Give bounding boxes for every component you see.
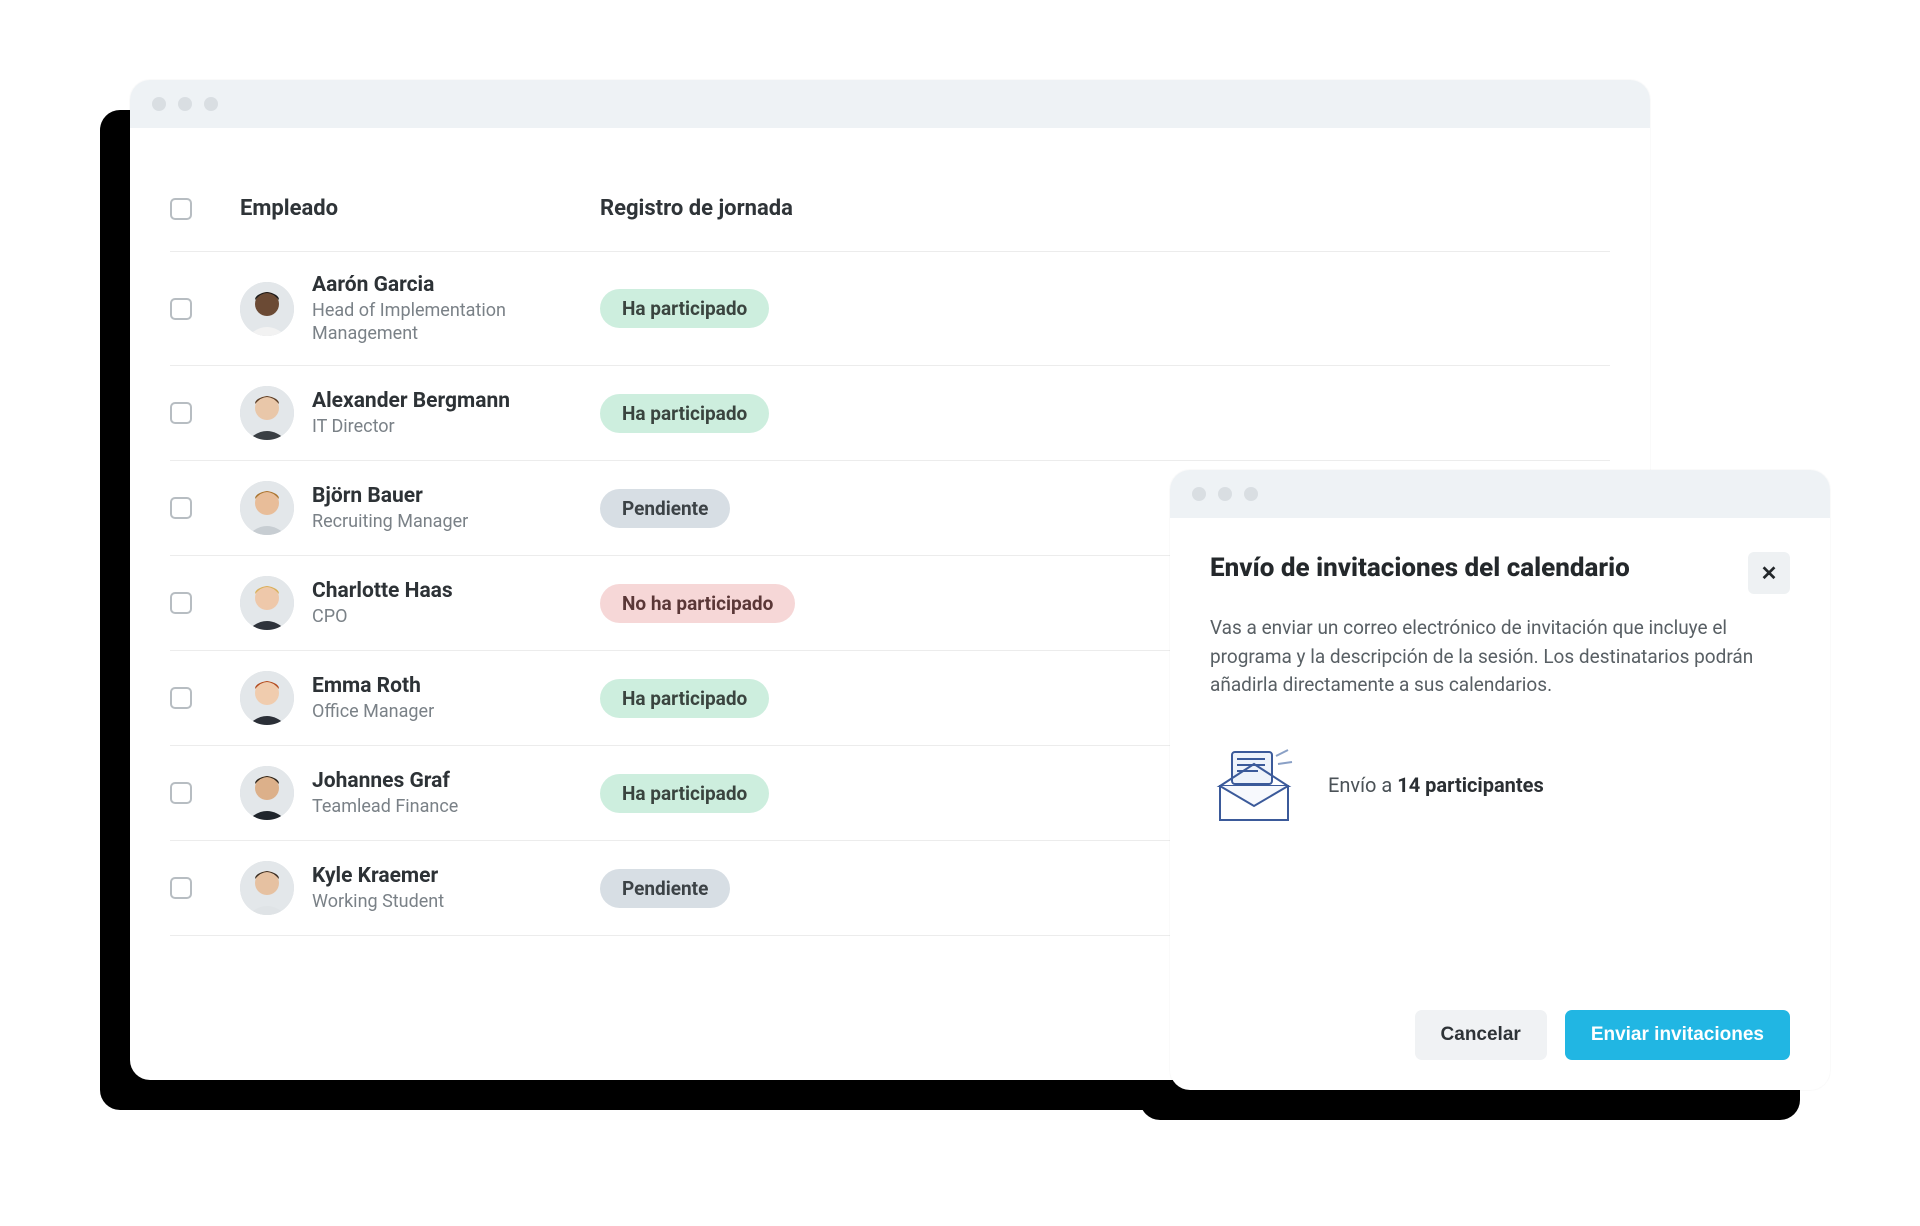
- status-badge: No ha participado: [600, 584, 795, 623]
- table-row: Aarón Garcia Head of Implementation Mana…: [170, 252, 1610, 366]
- employee-name: Emma Roth: [312, 673, 434, 699]
- table-header-row: Empleado Registro de jornada: [170, 158, 1610, 252]
- recipients-text: Envío a 14 participantes: [1328, 773, 1544, 797]
- window-dot: [152, 97, 166, 111]
- employee-name: Alexander Bergmann: [312, 388, 510, 414]
- window-dot: [1244, 487, 1258, 501]
- employee-name: Johannes Graf: [312, 768, 458, 794]
- avatar: [240, 481, 294, 535]
- employee-role: CPO: [312, 606, 453, 629]
- recipients-row: Envío a 14 participantes: [1210, 746, 1790, 824]
- window-titlebar: [1170, 470, 1830, 518]
- employee-name: Aarón Garcia: [312, 272, 600, 298]
- modal-description: Vas a enviar un correo electrónico de in…: [1210, 614, 1790, 700]
- close-button[interactable]: ✕: [1748, 552, 1790, 594]
- window-dot: [1192, 487, 1206, 501]
- avatar: [240, 766, 294, 820]
- status-badge: Ha participado: [600, 289, 769, 328]
- employee-role: Office Manager: [312, 701, 434, 724]
- avatar: [240, 282, 294, 336]
- recipients-count: 14 participantes: [1397, 773, 1543, 797]
- row-checkbox[interactable]: [170, 877, 192, 899]
- status-badge: Ha participado: [600, 394, 769, 433]
- employee-name: Charlotte Haas: [312, 578, 453, 604]
- row-checkbox[interactable]: [170, 687, 192, 709]
- row-checkbox[interactable]: [170, 592, 192, 614]
- mail-icon: [1210, 746, 1298, 824]
- employee-name: Björn Bauer: [312, 483, 468, 509]
- row-checkbox[interactable]: [170, 782, 192, 804]
- recipients-prefix: Envío a: [1328, 773, 1397, 797]
- close-icon: ✕: [1761, 561, 1778, 585]
- employee-role: Recruiting Manager: [312, 511, 468, 534]
- employee-role: Teamlead Finance: [312, 796, 458, 819]
- cancel-button[interactable]: Cancelar: [1415, 1010, 1547, 1060]
- employee-role: IT Director: [312, 416, 510, 439]
- row-checkbox[interactable]: [170, 402, 192, 424]
- employee-role: Working Student: [312, 891, 444, 914]
- avatar: [240, 861, 294, 915]
- window-titlebar: [130, 80, 1650, 128]
- status-badge: Pendiente: [600, 869, 730, 908]
- table-row: Alexander Bergmann IT Director Ha partic…: [170, 366, 1610, 461]
- avatar: [240, 386, 294, 440]
- send-invitations-modal: Envío de invitaciones del calendario ✕ V…: [1170, 470, 1830, 1090]
- row-checkbox[interactable]: [170, 298, 192, 320]
- avatar: [240, 576, 294, 630]
- col-header-status: Registro de jornada: [600, 196, 1610, 221]
- avatar: [240, 671, 294, 725]
- modal-title: Envío de invitaciones del calendario: [1210, 552, 1630, 585]
- status-badge: Ha participado: [600, 774, 769, 813]
- window-dot: [1218, 487, 1232, 501]
- window-dot: [178, 97, 192, 111]
- employee-name: Kyle Kraemer: [312, 863, 444, 889]
- status-badge: Ha participado: [600, 679, 769, 718]
- row-checkbox[interactable]: [170, 497, 192, 519]
- window-dot: [204, 97, 218, 111]
- status-badge: Pendiente: [600, 489, 730, 528]
- send-invitations-button[interactable]: Enviar invitaciones: [1565, 1010, 1790, 1060]
- select-all-checkbox[interactable]: [170, 198, 192, 220]
- col-header-employee: Empleado: [240, 196, 600, 221]
- employee-role: Head of Implementation Management: [312, 300, 600, 345]
